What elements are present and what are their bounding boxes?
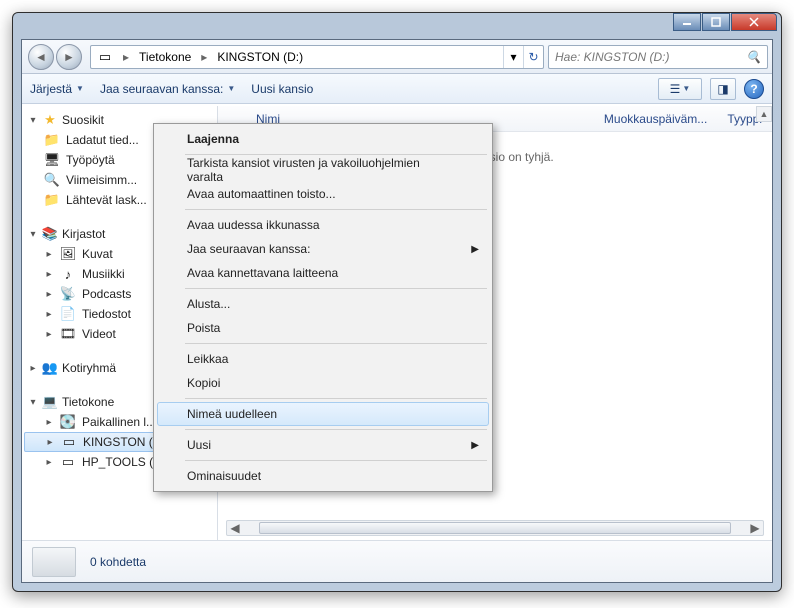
drive-icon: ▭ (97, 49, 113, 65)
drive-large-icon (32, 547, 76, 577)
refresh-button[interactable]: ↻ (523, 46, 543, 68)
folder-icon: 📁 (44, 192, 60, 208)
ctx-new-window[interactable]: Avaa uudessa ikkunassa (157, 213, 489, 237)
music-icon: ♪ (60, 266, 76, 282)
titlebar (13, 13, 781, 39)
share-button[interactable]: Jaa seuraavan kanssa:▼ (100, 82, 235, 96)
maximize-button[interactable] (702, 13, 730, 31)
disk-icon: 💽 (60, 414, 76, 430)
desktop-icon: 🖥 (44, 152, 60, 168)
horizontal-scrollbar[interactable]: ◀▶ (226, 520, 764, 536)
ctx-delete[interactable]: Poista (157, 316, 489, 340)
chevron-right-icon[interactable]: ▸ (119, 50, 133, 64)
homegroup-icon: 👥 (42, 360, 58, 376)
documents-icon: 📄 (60, 306, 76, 322)
ctx-new[interactable]: Uusi▶ (157, 433, 489, 457)
drive-icon: ▭ (60, 454, 76, 470)
address-bar[interactable]: ▭ ▸ Tietokone ▸ KINGSTON (D:) ▾ ↻ (90, 45, 544, 69)
nav-buttons: ◄ ► (26, 42, 86, 72)
computer-icon: 💻 (42, 394, 58, 410)
ctx-expand[interactable]: Laajenna (157, 127, 489, 151)
ctx-share-with[interactable]: Jaa seuraavan kanssa:▶ (157, 237, 489, 261)
help-button[interactable]: ? (744, 79, 764, 99)
search-placeholder: Hae: KINGSTON (D:) (555, 50, 669, 64)
podcast-icon: 📡 (60, 286, 76, 302)
minimize-button[interactable] (673, 13, 701, 31)
new-folder-button[interactable]: Uusi kansio (251, 82, 313, 96)
videos-icon: 🎞 (60, 326, 76, 342)
view-button[interactable]: ☰▼ (658, 78, 702, 100)
view-icon: ☰ (670, 82, 681, 96)
pictures-icon: 🖼 (60, 246, 76, 262)
search-icon: 🔍 (746, 50, 761, 64)
ctx-properties[interactable]: Ominaisuudet (157, 464, 489, 488)
breadcrumb-item[interactable]: KINGSTON (D:) (211, 46, 309, 68)
ctx-cut[interactable]: Leikkaa (157, 347, 489, 371)
breadcrumb-item[interactable]: Tietokone (133, 46, 197, 68)
submenu-arrow-icon: ▶ (471, 440, 479, 451)
ctx-autoplay[interactable]: Avaa automaattinen toisto... (157, 182, 489, 206)
toolbar: Järjestä▼ Jaa seuraavan kanssa:▼ Uusi ka… (22, 74, 772, 104)
chevron-right-icon[interactable]: ▸ (197, 50, 211, 64)
pane-icon: ◨ (717, 82, 728, 96)
forward-button[interactable]: ► (56, 44, 82, 70)
close-button[interactable] (731, 13, 777, 31)
ctx-format[interactable]: Alusta... (157, 292, 489, 316)
nav-bar: ◄ ► ▭ ▸ Tietokone ▸ KINGSTON (D:) ▾ ↻ Ha… (22, 40, 772, 74)
ctx-copy[interactable]: Kopioi (157, 371, 489, 395)
context-menu: Laajenna Tarkista kansiot virusten ja va… (153, 123, 493, 492)
status-text: 0 kohdetta (90, 555, 146, 569)
folder-icon: 📁 (44, 132, 60, 148)
recent-icon: 🔍 (44, 172, 60, 188)
address-dropdown[interactable]: ▾ (503, 46, 523, 68)
libraries-icon: 📚 (42, 226, 58, 242)
status-bar: 0 kohdetta (22, 540, 772, 582)
submenu-arrow-icon: ▶ (471, 244, 479, 255)
ctx-rename[interactable]: Nimeä uudelleen (157, 402, 489, 426)
scroll-up[interactable]: ▲ (756, 106, 772, 122)
ctx-portable[interactable]: Avaa kannettavana laitteena (157, 261, 489, 285)
ctx-scan[interactable]: Tarkista kansiot virusten ja vakoiluohje… (157, 158, 489, 182)
back-button[interactable]: ◄ (28, 44, 54, 70)
star-icon: ★ (42, 112, 58, 128)
column-modified[interactable]: Muokkauspäiväm... (594, 112, 717, 126)
search-input[interactable]: Hae: KINGSTON (D:) 🔍 (548, 45, 768, 69)
drive-icon: ▭ (61, 434, 77, 450)
organize-button[interactable]: Järjestä▼ (30, 82, 84, 96)
preview-pane-button[interactable]: ◨ (710, 78, 736, 100)
